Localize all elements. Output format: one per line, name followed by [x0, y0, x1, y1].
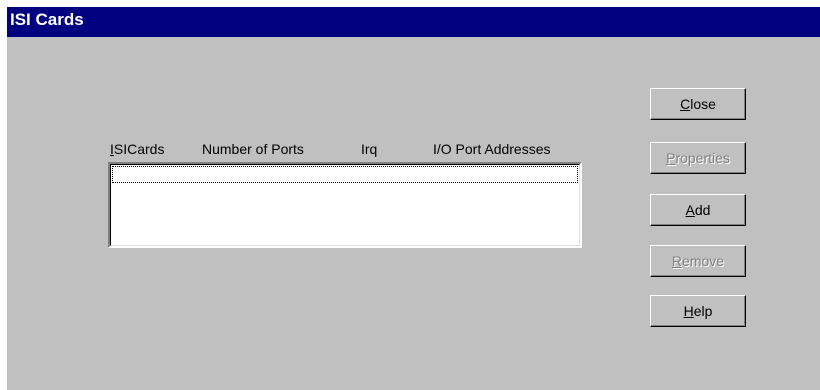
isi-cards-list[interactable]: [108, 162, 582, 248]
title-bar[interactable]: ISI Cards: [7, 7, 820, 37]
help-label: elp: [693, 302, 713, 319]
close-button[interactable]: Close: [650, 88, 746, 120]
isi-cards-list-inner: [110, 164, 580, 246]
properties-label: roperties: [675, 149, 730, 166]
add-label: dd: [694, 201, 711, 218]
list-focus-row[interactable]: [112, 166, 578, 183]
add-button[interactable]: Add: [650, 194, 746, 226]
column-header-irq: Irq: [361, 141, 378, 157]
remove-label: emove: [682, 252, 725, 269]
column-header-isicards: ISICards: [110, 141, 164, 157]
remove-access-key: R: [671, 252, 683, 269]
column-header-isicards-rest: SICards: [113, 141, 165, 157]
help-access-key: H: [683, 302, 694, 319]
column-header-number-of-ports: Number of Ports: [202, 141, 304, 157]
column-header-io-port-addresses: I/O Port Addresses: [433, 141, 551, 157]
window-title: ISI Cards: [10, 10, 84, 29]
add-access-key: A: [685, 201, 695, 218]
close-access-key: C: [680, 95, 691, 112]
help-button[interactable]: Help: [650, 295, 746, 327]
remove-button[interactable]: Remove: [650, 245, 746, 277]
properties-button[interactable]: Properties: [650, 142, 746, 174]
isi-cards-dialog: ISI Cards ISICards Number of Ports Irq I…: [7, 7, 820, 390]
close-label: lose: [690, 95, 716, 112]
